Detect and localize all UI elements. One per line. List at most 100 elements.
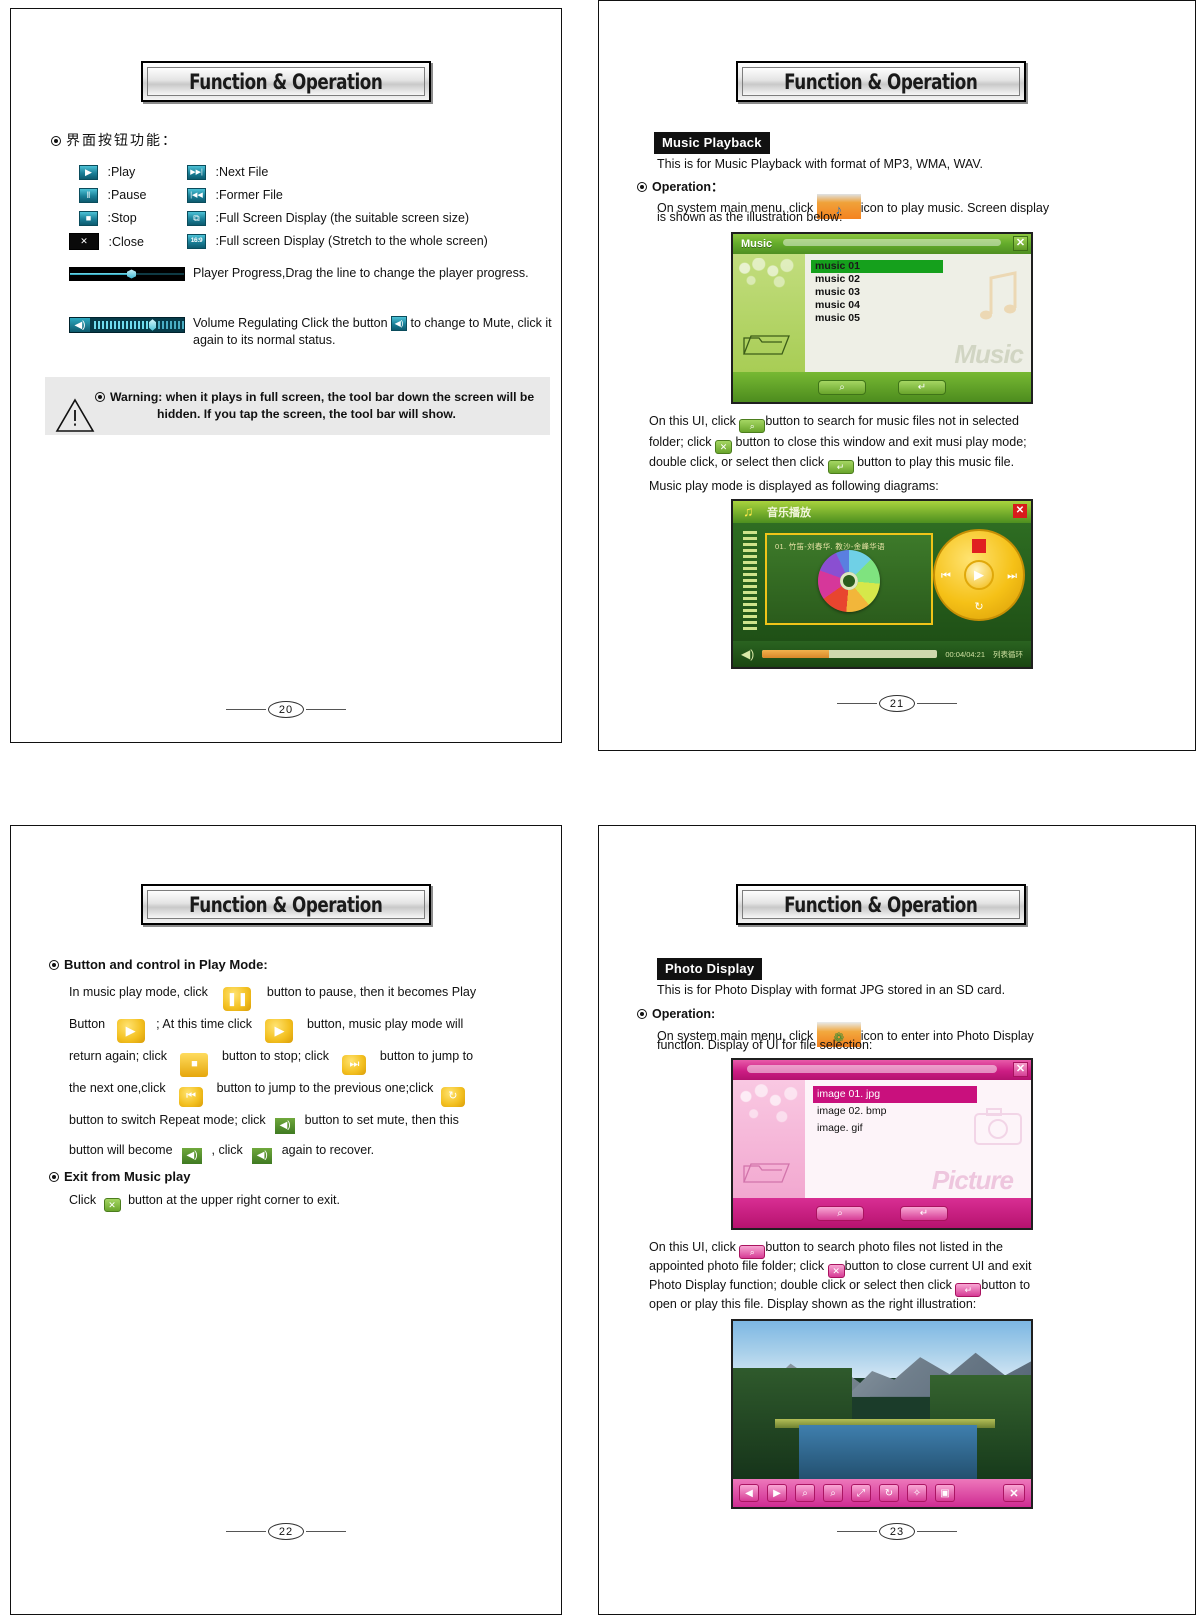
speaker-icon[interactable]: ◀) — [741, 647, 754, 661]
search-icon[interactable]: ⌕ — [739, 1245, 766, 1259]
page-21-banner-text: Function & Operation — [784, 69, 978, 94]
effects-button[interactable]: ✧ — [907, 1484, 927, 1502]
next-photo-button[interactable]: ▶ — [767, 1484, 787, 1502]
play-button[interactable]: ▶ — [964, 560, 994, 590]
music-file-browser-window[interactable]: Music ✕ Music music 01 music 02 music 03… — [731, 232, 1033, 404]
next-track-icon[interactable]: ⏭ — [342, 1055, 367, 1075]
enter-icon[interactable]: ↵ — [955, 1283, 982, 1297]
picture-list-item[interactable]: image 01. jpg — [813, 1086, 977, 1103]
progress-knob[interactable] — [127, 269, 136, 279]
footer-rule-left — [837, 1531, 877, 1532]
player-close-button[interactable]: ✕ — [1013, 504, 1027, 518]
full-screen-fit-icon[interactable]: ⧉ — [187, 211, 206, 226]
player-control-knob[interactable]: ⏮ ▶ ⏭ ↻ — [933, 529, 1025, 621]
page-20-heading: 界面按钮功能： — [51, 131, 178, 151]
pause-button-icon[interactable]: ❚❚ — [223, 987, 252, 1011]
picture-list-item[interactable]: image 02. bmp — [813, 1103, 1031, 1120]
music-playback-intro: This is for Music Playback with format o… — [657, 157, 984, 171]
music-list-item[interactable]: music 02 — [811, 273, 1031, 286]
picture-window-close-button[interactable]: ✕ — [1013, 1062, 1028, 1077]
next-file-icon[interactable]: ▶▶| — [187, 165, 206, 180]
footer-rule-left — [226, 709, 266, 710]
former-file-icon[interactable]: |◀◀ — [187, 188, 206, 203]
slideshow-button[interactable]: ▣ — [935, 1484, 955, 1502]
mute-icon[interactable]: ◀) — [275, 1118, 296, 1134]
zoom-out-button[interactable]: ⌕ — [795, 1484, 815, 1502]
muted-icon[interactable]: ◀) — [182, 1148, 203, 1164]
player-seek-bar[interactable] — [762, 650, 938, 658]
picture-list-item[interactable]: image. gif — [813, 1120, 1031, 1137]
pause-icon[interactable]: ‖ — [79, 188, 98, 203]
photo-viewer-toolbar: ◀ ▶ ⌕ ⌕ ⤢ ↻ ✧ ▣ ✕ — [733, 1479, 1031, 1507]
music-player-window[interactable]: ♫ 音乐播放 ✕ 01. 竹笛-刘春华. 教沙-金峰华语 ⏮ ▶ ⏭ ↻ ◀) … — [731, 499, 1033, 669]
play-mode-section-title: Button and control in Play Mode: — [49, 956, 268, 973]
fit-button[interactable]: ⤢ — [851, 1484, 871, 1502]
bullet-icon — [637, 1009, 647, 1019]
legend-stop-row: ■ :Stop — [79, 210, 137, 227]
stop-button[interactable] — [972, 539, 986, 553]
footer-rule-right — [306, 1531, 346, 1532]
player-progress-bar[interactable] — [69, 267, 185, 281]
music-list-item[interactable]: music 03 — [811, 286, 1031, 299]
page-20-banner: Function & Operation — [141, 61, 431, 102]
picture-window-sidebar — [733, 1080, 805, 1198]
music-window-title: Music — [741, 238, 773, 250]
photo-viewer-window[interactable]: ◀ ▶ ⌕ ⌕ ⤢ ↻ ✧ ▣ ✕ — [731, 1319, 1033, 1509]
page-number: 20 — [268, 701, 304, 718]
photo-close-button[interactable]: ✕ — [1003, 1484, 1025, 1502]
page-20-banner-text: Function & Operation — [189, 69, 383, 94]
play-button-icon[interactable]: ▶ — [116, 1019, 145, 1043]
bubbles-decoration — [737, 1084, 801, 1132]
music-list-item[interactable]: music 05 — [811, 312, 1031, 325]
picture-enter-button[interactable]: ↵ — [900, 1205, 948, 1221]
legend-pause-row: ‖ :Pause — [79, 187, 146, 204]
zoom-in-button[interactable]: ⌕ — [823, 1484, 843, 1502]
photo-desc-line-1: On this UI, click ⌕ button to search phot… — [649, 1240, 1003, 1259]
volume-knob[interactable] — [149, 319, 156, 331]
music-window-close-button[interactable]: ✕ — [1013, 236, 1028, 251]
full-screen-stretch-icon[interactable]: 16:9 — [187, 234, 206, 249]
prev-track-icon[interactable]: ⏮ — [179, 1087, 204, 1107]
page-21-banner: Function & Operation — [736, 61, 1026, 102]
page-number: 23 — [879, 1523, 915, 1540]
rotate-button[interactable]: ↻ — [879, 1484, 899, 1502]
music-list-item[interactable]: music 04 — [811, 299, 1031, 312]
music-enter-button[interactable]: ↵ — [898, 379, 946, 395]
next-track-button[interactable]: ⏭ — [1007, 570, 1017, 583]
bullet-icon — [51, 136, 61, 146]
close-icon[interactable]: ✕ — [715, 440, 733, 454]
folder-up-icon[interactable] — [741, 1156, 793, 1188]
stop-button-icon[interactable]: ■ — [180, 1053, 209, 1077]
speaker-icon[interactable]: ◀) — [70, 318, 90, 332]
picture-file-browser-window[interactable]: ✕ Picture image 01. jpg image 02. bmp im… — [731, 1058, 1033, 1230]
picture-search-button[interactable]: ⌕ — [816, 1205, 864, 1221]
bubbles-decoration — [737, 258, 801, 292]
picture-file-list[interactable]: Picture image 01. jpg image 02. bmp imag… — [805, 1080, 1031, 1198]
close-icon[interactable]: ✕ — [827, 1264, 845, 1278]
close-icon[interactable]: ✕ — [69, 233, 99, 250]
music-list-item[interactable]: music 01 — [811, 260, 943, 273]
repeat-mode-button[interactable]: ↻ — [974, 600, 983, 613]
exit-music-play-title: Exit from Music play — [49, 1168, 190, 1185]
prev-track-button[interactable]: ⏮ — [941, 570, 951, 583]
music-file-list[interactable]: Music music 01 music 02 music 03 music 0… — [805, 254, 1031, 372]
music-desc-line-4: Music play mode is displayed as followin… — [649, 479, 939, 493]
prev-photo-button[interactable]: ◀ — [739, 1484, 759, 1502]
folder-up-icon[interactable] — [741, 328, 793, 360]
page-22: Function & Operation Button and control … — [10, 825, 562, 1615]
bullet-icon — [95, 392, 105, 402]
volume-bar[interactable]: ◀) — [69, 317, 185, 333]
mute-toggle-icon[interactable]: ◀) — [391, 316, 408, 331]
music-search-button[interactable]: ⌕ — [818, 379, 866, 395]
search-icon[interactable]: ⌕ — [739, 419, 766, 433]
stop-icon[interactable]: ■ — [79, 211, 98, 226]
enter-icon[interactable]: ↵ — [827, 460, 854, 474]
repeat-mode-icon[interactable]: ↻ — [440, 1087, 465, 1107]
music-window-toolbar: ⌕ ↵ — [733, 372, 1031, 402]
play-icon[interactable]: ▶ — [79, 165, 98, 180]
picture-window-body: Picture image 01. jpg image 02. bmp imag… — [733, 1080, 1031, 1198]
muted-icon[interactable]: ◀) — [252, 1148, 273, 1164]
play-button-icon[interactable]: ▶ — [265, 1019, 294, 1043]
music-desc-line-1: On this UI, click ⌕ button to search for … — [649, 414, 1019, 433]
close-icon[interactable]: ✕ — [103, 1198, 121, 1212]
